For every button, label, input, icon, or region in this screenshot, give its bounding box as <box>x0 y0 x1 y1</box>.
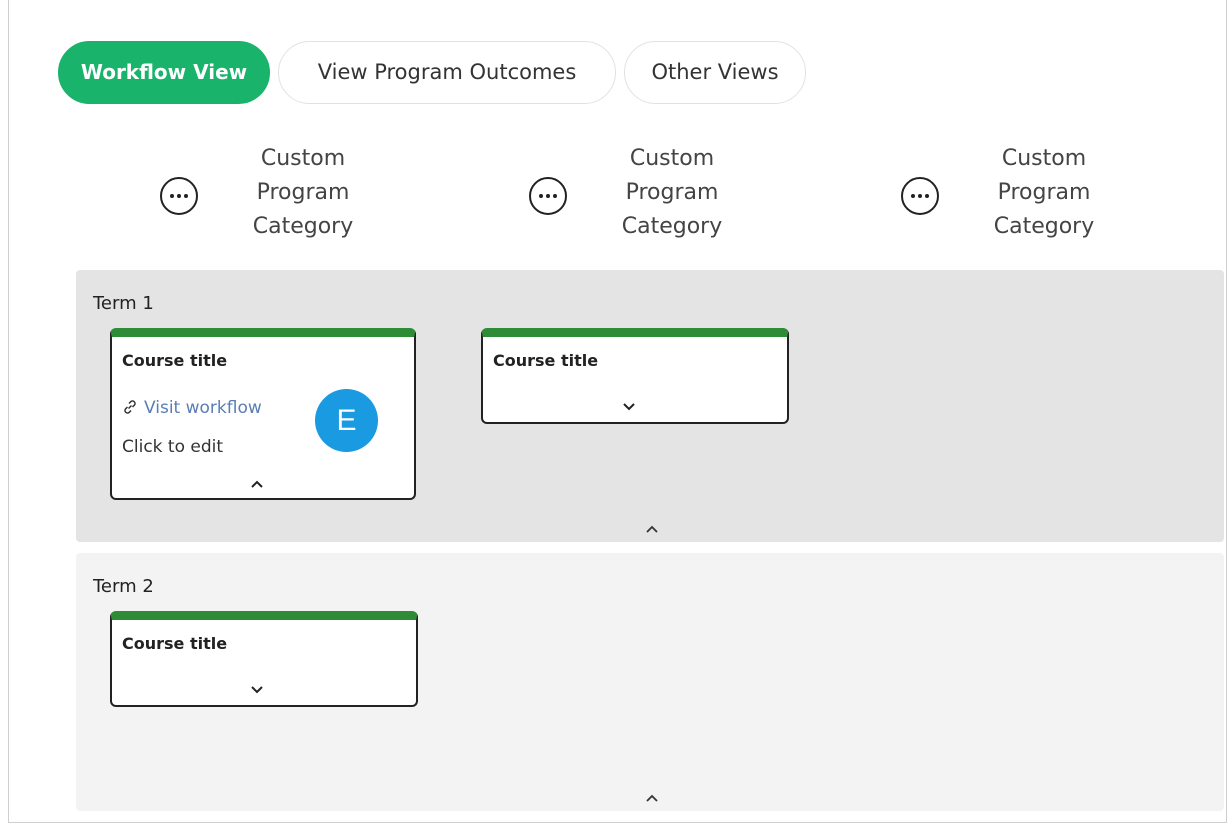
chevron-up-icon[interactable] <box>642 791 662 805</box>
course-title: Course title <box>122 351 228 370</box>
category-label: Custom Program Category <box>621 146 723 239</box>
term-block-2: Term 2 Course title <box>76 553 1224 811</box>
chevron-down-icon[interactable] <box>621 401 637 413</box>
category-label: Custom Program Category <box>993 146 1095 239</box>
link-icon <box>124 400 136 414</box>
chevron-up-icon[interactable] <box>642 522 662 536</box>
step-badge: E <box>315 389 378 452</box>
chevron-up-icon[interactable] <box>249 478 265 490</box>
click-to-edit-text[interactable]: Click to edit <box>122 437 223 457</box>
course-card[interactable]: Course title <box>110 611 418 707</box>
visit-workflow-label: Visit workflow <box>144 398 262 418</box>
chevron-down-icon[interactable] <box>249 684 265 696</box>
course-title: Course title <box>493 351 599 370</box>
category-label: Custom Program Category <box>252 146 354 239</box>
term-title: Term 1 <box>93 293 154 314</box>
term-block-1: Term 1 Course title Visit workflow Click… <box>76 270 1224 542</box>
tab-other-views[interactable]: Other Views <box>624 41 806 104</box>
tab-view-program-outcomes[interactable]: View Program Outcomes <box>278 41 616 104</box>
app-frame: Workflow View View Program Outcomes Othe… <box>8 0 1227 823</box>
course-card[interactable]: Course title Visit workflow Click to edi… <box>110 328 416 500</box>
more-icon[interactable] <box>900 176 940 216</box>
more-icon[interactable] <box>159 176 199 216</box>
course-title: Course title <box>122 634 228 653</box>
visit-workflow-link[interactable]: Visit workflow <box>122 398 262 418</box>
tab-workflow-view[interactable]: Workflow View <box>58 41 270 104</box>
more-icon[interactable] <box>528 176 568 216</box>
course-card[interactable]: Course title <box>481 328 789 424</box>
term-title: Term 2 <box>93 576 154 597</box>
